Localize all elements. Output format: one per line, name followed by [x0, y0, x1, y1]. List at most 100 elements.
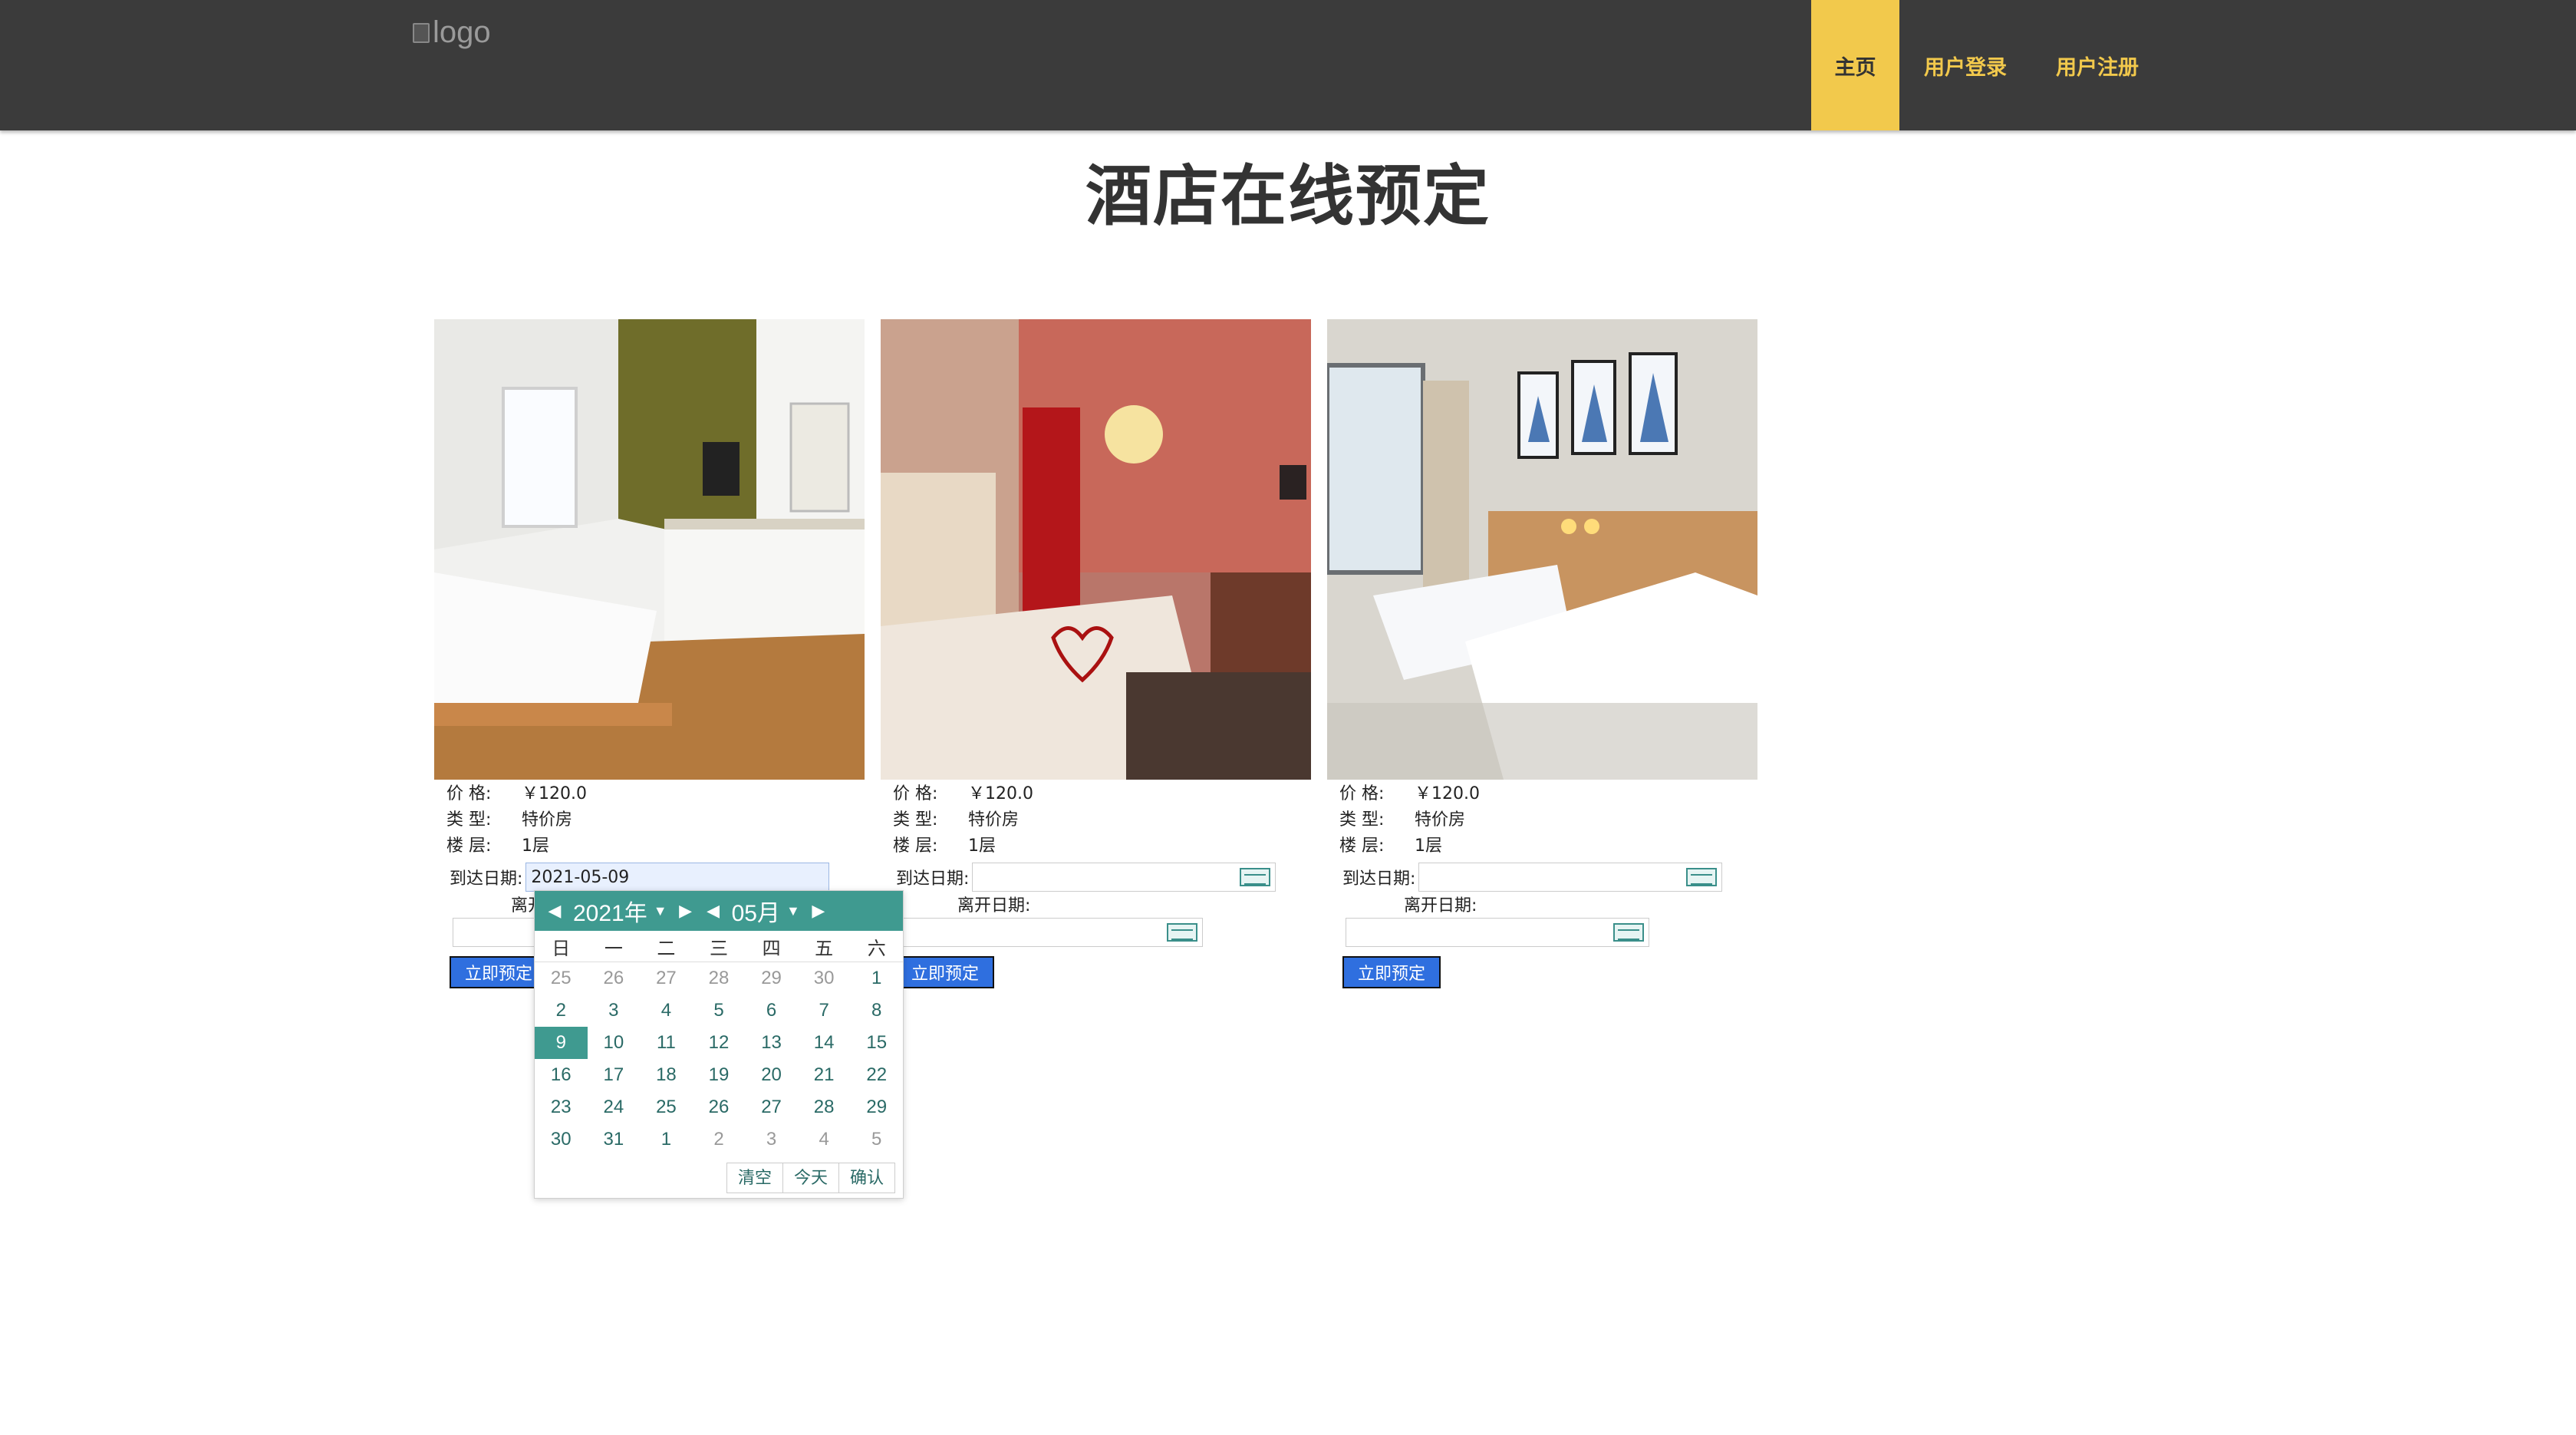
next-year-icon[interactable]: ▶	[672, 901, 700, 921]
date-picker-popup: ◀ 2021年 ▼ ▶ ◀ 05月 ▼ ▶ 日一二三四五六 25 26 27 28 29…	[534, 890, 904, 1199]
room-card: 价 格: ￥120.0 类 型: 特价房 楼 层: 1层 到达日期: 2021-05-…	[434, 319, 865, 988]
chevron-down-icon: ▼	[653, 902, 667, 919]
type-label: 类 型:	[1339, 810, 1385, 830]
room-info: 价 格: ￥120.0 类 型: 特价房 楼 层: 1层	[1339, 781, 1757, 859]
calendar-day[interactable]: 15	[850, 1027, 903, 1059]
calendar-icon[interactable]	[1686, 868, 1718, 886]
nav-home[interactable]: 主页	[1811, 0, 1899, 130]
calendar-day[interactable]: 1	[640, 1123, 693, 1156]
nav-register[interactable]: 用户注册	[2031, 0, 2163, 130]
calendar-day[interactable]: 4	[798, 1123, 851, 1156]
calendar-day[interactable]: 13	[745, 1027, 798, 1059]
calendar-icon[interactable]	[1167, 923, 1197, 942]
leave-date-input[interactable]	[1346, 918, 1649, 947]
book-now-button[interactable]: 立即预定	[1342, 956, 1441, 988]
logo-alt-text: logo	[433, 15, 491, 49]
calendar-day[interactable]: 21	[798, 1059, 851, 1091]
floor-value: 1层	[968, 836, 996, 856]
month-select[interactable]: 05月 ▼	[727, 894, 805, 928]
prev-year-icon[interactable]: ◀	[541, 901, 568, 921]
calendar-day[interactable]: 27	[745, 1091, 798, 1123]
clear-button[interactable]: 清空	[727, 1163, 783, 1193]
calendar-day[interactable]: 2	[535, 995, 588, 1027]
calendar-day[interactable]: 23	[535, 1091, 588, 1123]
year-select[interactable]: 2021年 ▼	[568, 894, 672, 928]
calendar-day[interactable]: 1	[850, 962, 903, 995]
confirm-button[interactable]: 确认	[839, 1163, 894, 1193]
arrive-date-input[interactable]	[1418, 863, 1723, 892]
calendar-day[interactable]: 26	[588, 962, 641, 995]
calendar-day[interactable]: 2	[693, 1123, 746, 1156]
floor-label: 楼 层:	[893, 836, 938, 856]
navbar: logo 主页 用户登录 用户注册	[0, 0, 2576, 130]
type-value: 特价房	[522, 810, 573, 830]
calendar-day[interactable]: 4	[640, 995, 693, 1027]
type-value: 特价房	[1415, 810, 1466, 830]
book-now-button[interactable]: 立即预定	[450, 956, 548, 988]
month-value: 05月	[731, 901, 780, 926]
prev-month-icon[interactable]: ◀	[700, 901, 727, 921]
calendar-day[interactable]: 22	[850, 1059, 903, 1091]
logo[interactable]: logo	[413, 15, 491, 50]
calendar-day[interactable]: 25	[535, 962, 588, 995]
next-month-icon[interactable]: ▶	[805, 901, 832, 921]
calendar-icon[interactable]	[1240, 868, 1271, 886]
arrive-date-row: 到达日期:	[896, 859, 1311, 895]
calendar-day[interactable]: 25	[640, 1091, 693, 1123]
calendar-day[interactable]: 29	[745, 962, 798, 995]
book-now-button[interactable]: 立即预定	[896, 956, 994, 988]
calendar-day[interactable]: 27	[640, 962, 693, 995]
calendar-day[interactable]: 28	[693, 962, 746, 995]
room-photo-image	[434, 319, 865, 780]
calendar-day[interactable]: 5	[693, 995, 746, 1027]
leave-date-label: 离开日期:	[1404, 896, 1477, 915]
calendar-day[interactable]: 30	[535, 1123, 588, 1156]
calendar-day[interactable]: 10	[588, 1027, 641, 1059]
broken-image-icon	[413, 22, 430, 43]
calendar-day[interactable]: 14	[798, 1027, 851, 1059]
calendar-day[interactable]: 19	[693, 1059, 746, 1091]
calendar-day[interactable]: 11	[640, 1027, 693, 1059]
calendar-day[interactable]: 6	[745, 995, 798, 1027]
room-photo-image	[1327, 319, 1757, 780]
calendar-day[interactable]: 29	[850, 1091, 903, 1123]
calendar-day[interactable]: 3	[745, 1123, 798, 1156]
calendar-day[interactable]: 17	[588, 1059, 641, 1091]
calendar-day[interactable]: 24	[588, 1091, 641, 1123]
calendar-day[interactable]: 18	[640, 1059, 693, 1091]
arrive-date-input[interactable]	[972, 863, 1276, 892]
calendar-icon[interactable]	[1613, 923, 1644, 942]
calendar-day[interactable]: 9	[535, 1027, 588, 1059]
nav-login[interactable]: 用户登录	[1899, 0, 2031, 130]
calendar-day[interactable]: 7	[798, 995, 851, 1027]
weekday-label: 六	[867, 938, 886, 959]
calendar-day[interactable]: 26	[693, 1091, 746, 1123]
calendar-day[interactable]: 3	[588, 995, 641, 1027]
arrive-date-input[interactable]: 2021-05-09	[525, 863, 830, 892]
room-photo[interactable]	[1327, 319, 1757, 780]
leave-date-input[interactable]	[899, 918, 1203, 947]
weekday-label: 二	[657, 938, 676, 959]
calendar-day[interactable]: 8	[850, 995, 903, 1027]
calendar-day[interactable]: 31	[588, 1123, 641, 1156]
calendar-day[interactable]: 5	[850, 1123, 903, 1156]
weekday-label: 一	[604, 938, 623, 959]
calendar-day[interactable]: 12	[693, 1027, 746, 1059]
chevron-down-icon: ▼	[786, 902, 800, 919]
room-photo-image	[881, 319, 1311, 780]
calendar-day[interactable]: 30	[798, 962, 851, 995]
room-card: 价 格: ￥120.0 类 型: 特价房 楼 层: 1层 到达日期: 离开日期: 立即…	[1327, 319, 1757, 988]
calendar-day[interactable]: 20	[745, 1059, 798, 1091]
price-label: 价 格:	[893, 784, 938, 803]
room-photo[interactable]	[881, 319, 1311, 780]
weekday-row: 日一二三四五六	[535, 931, 903, 962]
year-value: 2021年	[573, 901, 647, 926]
calendar-day[interactable]: 28	[798, 1091, 851, 1123]
room-photo[interactable]	[434, 319, 865, 780]
floor-label: 楼 层:	[446, 836, 492, 856]
weekday-label: 四	[762, 938, 781, 959]
today-button[interactable]: 今天	[783, 1163, 839, 1193]
type-value: 特价房	[968, 810, 1020, 830]
calendar-day[interactable]: 16	[535, 1059, 588, 1091]
arrive-date-label: 到达日期:	[450, 869, 523, 889]
